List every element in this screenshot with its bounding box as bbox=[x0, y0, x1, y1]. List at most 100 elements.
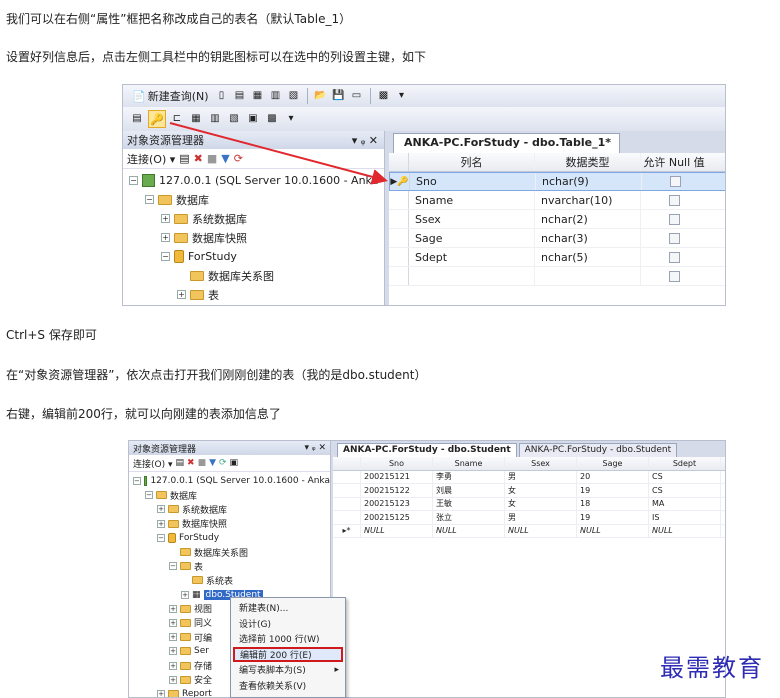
collapse-icon[interactable]: − bbox=[169, 562, 177, 571]
tree-node-snapshots[interactable]: + 数据库快照 bbox=[133, 517, 330, 531]
tree-node-server[interactable]: −127.0.0.1 (SQL Server 10.0.1600 - Anka bbox=[133, 474, 330, 488]
collapse-icon[interactable]: − bbox=[161, 252, 170, 261]
tree-node-diagrams[interactable]: 数据库关系图 bbox=[129, 266, 384, 285]
expand-icon[interactable]: + bbox=[169, 647, 177, 656]
collapse-icon[interactable]: − bbox=[145, 195, 154, 204]
relationships-icon[interactable]: ⊏ bbox=[169, 111, 185, 127]
collapse-icon[interactable]: − bbox=[145, 491, 153, 500]
new-query-button[interactable]: 📄 新建查询(N) bbox=[129, 88, 212, 104]
expand-icon[interactable]: + bbox=[161, 233, 170, 242]
expand-icon[interactable]: + bbox=[169, 675, 177, 684]
connect-dropdown[interactable]: 连接(O) ▾ bbox=[127, 151, 175, 167]
spatial-index-icon[interactable]: ▩ bbox=[264, 111, 280, 127]
menu-item-new-table[interactable]: 新建表(N)... bbox=[231, 600, 345, 616]
indexes-icon[interactable]: ▦ bbox=[188, 111, 204, 127]
tab-student-edit[interactable]: ANKA-PC.ForStudy - dbo.Student bbox=[337, 443, 517, 457]
tree-node-databases[interactable]: − 数据库 bbox=[133, 488, 330, 502]
dmx-query-icon[interactable]: ▧ bbox=[286, 88, 302, 104]
toolbar-overflow-icon[interactable]: ▾ bbox=[283, 111, 299, 127]
tree-node-snapshots[interactable]: + 数据库快照 bbox=[129, 228, 384, 247]
table-row[interactable]: ▶🔑 Sno nchar(9) bbox=[389, 172, 725, 191]
allow-null-checkbox[interactable] bbox=[669, 176, 681, 187]
new-file-icon[interactable]: ▯ bbox=[214, 88, 230, 104]
menu-item-design[interactable]: 设计(G) bbox=[231, 616, 345, 632]
table-row[interactable]: Sname nvarchar(10) bbox=[389, 191, 725, 210]
table-row[interactable]: 200215122 刘晨 女 19 CS bbox=[333, 484, 725, 498]
connect-icon[interactable]: ▤ bbox=[176, 458, 185, 468]
allow-null-checkbox[interactable] bbox=[668, 213, 680, 225]
table-row[interactable]: 200215121 李勇 男 20 CS bbox=[333, 470, 725, 484]
table-row[interactable]: 200215123 王敏 女 18 MA bbox=[333, 497, 725, 511]
save-icon[interactable]: 💾 bbox=[331, 88, 347, 104]
table-row[interactable]: 200215125 张立 男 19 IS bbox=[333, 511, 725, 525]
expand-icon[interactable]: + bbox=[157, 505, 165, 514]
open-folder-icon[interactable]: 📂 bbox=[313, 88, 329, 104]
disconnect-icon[interactable]: ✖ bbox=[194, 152, 203, 165]
menu-item-view-dependencies[interactable]: 查看依赖关系(V) bbox=[231, 678, 345, 694]
fulltext-index-icon[interactable]: ▣ bbox=[245, 111, 261, 127]
tree-node-tables[interactable]: − 表 bbox=[133, 559, 330, 573]
collapse-icon[interactable]: − bbox=[129, 176, 138, 185]
expand-icon[interactable]: + bbox=[181, 590, 189, 599]
print-icon[interactable]: ▭ bbox=[349, 88, 365, 104]
database-query-icon[interactable]: ▤ bbox=[232, 88, 248, 104]
tree-node-forstudy[interactable]: − ForStudy bbox=[129, 247, 384, 266]
expand-icon[interactable]: + bbox=[169, 618, 177, 627]
stop-icon[interactable]: ■ bbox=[207, 152, 217, 165]
refresh-icon[interactable]: ⟳ bbox=[234, 152, 243, 165]
expand-icon[interactable]: + bbox=[169, 604, 177, 613]
disconnect-icon[interactable]: ✖ bbox=[187, 458, 195, 468]
table-row-new[interactable]: ▸* NULL NULL NULL NULL NULL bbox=[333, 524, 725, 538]
allow-null-checkbox[interactable] bbox=[668, 251, 680, 263]
table-row[interactable]: Ssex nchar(2) bbox=[389, 210, 725, 229]
stop-icon[interactable]: ■ bbox=[198, 458, 207, 468]
tree-node-forstudy[interactable]: − ForStudy bbox=[133, 531, 330, 545]
collapse-icon[interactable]: − bbox=[157, 533, 165, 542]
screenshot-table-designer: 📄 新建查询(N) ▯ ▤ ▦ ▥ ▧ 📂 💾 ▭ ▩ ▾ ▤ 🔑 ⊏ ▦ ▥ … bbox=[122, 84, 726, 306]
mdx-query-icon[interactable]: ▥ bbox=[268, 88, 284, 104]
panel-pin-close-icons[interactable]: ▾ ᵩ ✕ bbox=[304, 443, 326, 453]
tree-node-system-tables[interactable]: 系统表 bbox=[133, 573, 330, 587]
connect-icon[interactable]: ▤ bbox=[179, 152, 189, 165]
expand-icon[interactable]: + bbox=[157, 519, 165, 528]
table-row[interactable]: Sage nchar(3) bbox=[389, 229, 725, 248]
menu-item-edit-top-200[interactable]: 编辑前 200 行(E) bbox=[233, 646, 343, 662]
tree-node-databases[interactable]: − 数据库 bbox=[129, 190, 384, 209]
expand-icon[interactable]: + bbox=[177, 290, 186, 299]
menu-item-select-top-1000[interactable]: 选择前 1000 行(W) bbox=[231, 631, 345, 647]
table-row-empty[interactable] bbox=[389, 267, 725, 286]
toolbar-overflow-icon[interactable]: ▾ bbox=[394, 88, 410, 104]
allow-null-checkbox[interactable] bbox=[668, 270, 680, 282]
folder-icon bbox=[192, 576, 203, 585]
filter-icon[interactable]: ▼ bbox=[221, 152, 229, 165]
tree-node-diagrams[interactable]: 数据库关系图 bbox=[133, 545, 330, 559]
expand-icon[interactable]: + bbox=[157, 689, 165, 697]
primary-key-icon[interactable]: 🔑 bbox=[148, 110, 166, 128]
expand-icon[interactable]: + bbox=[169, 633, 177, 642]
generate-script-icon[interactable]: ▤ bbox=[129, 111, 145, 127]
refresh-icon[interactable]: ⟳ bbox=[219, 458, 227, 468]
collapse-icon[interactable]: − bbox=[133, 477, 141, 486]
column-definition-grid: 列名 数据类型 允许 Null 值 ▶🔑 Sno nchar(9) Sname … bbox=[389, 153, 725, 286]
column-header: Sdept bbox=[649, 457, 721, 470]
tree-node-server[interactable]: −127.0.0.1 (SQL Server 10.0.1600 - Anka bbox=[129, 171, 384, 190]
summary-icon[interactable]: ▣ bbox=[230, 458, 239, 468]
expand-icon[interactable]: + bbox=[169, 661, 177, 670]
filter-icon[interactable]: ▼ bbox=[209, 458, 216, 468]
tab-table-designer[interactable]: ANKA-PC.ForStudy - dbo.Table_1* bbox=[393, 133, 620, 153]
allow-null-checkbox[interactable] bbox=[668, 232, 680, 244]
menu-item-script-table-as[interactable]: 编写表脚本为(S) ▸ bbox=[231, 662, 345, 678]
tree-node-system-databases[interactable]: + 系统数据库 bbox=[129, 209, 384, 228]
xml-indexes-icon[interactable]: ▥ bbox=[207, 111, 223, 127]
tree-node-system-databases[interactable]: + 系统数据库 bbox=[133, 502, 330, 516]
table-row[interactable]: Sdept nchar(5) bbox=[389, 248, 725, 267]
tab-student-design[interactable]: ANKA-PC.ForStudy - dbo.Student bbox=[518, 443, 678, 457]
connect-dropdown[interactable]: 连接(O) ▾ bbox=[133, 457, 173, 470]
tree-node-tables[interactable]: + 表 bbox=[129, 285, 384, 304]
check-constraints-icon[interactable]: ▧ bbox=[226, 111, 242, 127]
activity-monitor-icon[interactable]: ▩ bbox=[376, 88, 392, 104]
panel-pin-close-icons[interactable]: ▾ ᵩ ✕ bbox=[352, 134, 378, 147]
allow-null-checkbox[interactable] bbox=[668, 194, 680, 206]
analysis-query-icon[interactable]: ▦ bbox=[250, 88, 266, 104]
expand-icon[interactable]: + bbox=[161, 214, 170, 223]
